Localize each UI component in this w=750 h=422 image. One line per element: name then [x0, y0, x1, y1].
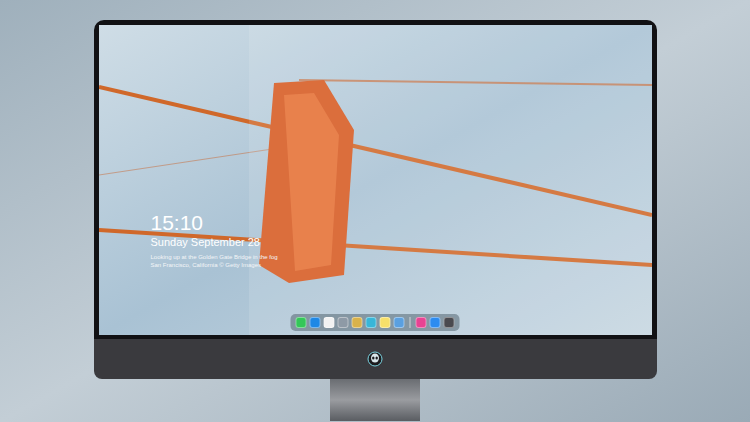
page: 15:10Sunday September 28 Looking up at th… — [0, 0, 750, 422]
lock-screen-info: 15:10Sunday September 28 Looking up at th… — [151, 211, 278, 269]
monitor-chin — [94, 339, 657, 379]
caption-line: Looking up at the Golden Gate Bridge in … — [151, 253, 278, 261]
photo-caption: Looking up at the Golden Gate Bridge in … — [151, 253, 278, 269]
app-icon[interactable] — [324, 317, 335, 328]
app-icon[interactable] — [366, 317, 377, 328]
app-icon[interactable] — [416, 317, 427, 328]
wallpaper-photo — [99, 25, 652, 335]
caption-line: San Francisco, California © Getty Images — [151, 261, 278, 269]
app-icon[interactable] — [338, 317, 349, 328]
monitor-stand — [330, 379, 420, 421]
dock — [291, 314, 460, 331]
app-icon[interactable] — [296, 317, 307, 328]
app-icon[interactable] — [430, 317, 441, 328]
app-icon[interactable] — [394, 317, 405, 328]
date: Sunday September 28 — [151, 235, 278, 249]
monitor-bezel: 15:10Sunday September 28 Looking up at th… — [94, 20, 657, 339]
dock-separator — [410, 317, 411, 328]
app-icon[interactable] — [380, 317, 391, 328]
brand-logo-icon — [367, 351, 383, 367]
screen: 15:10Sunday September 28 Looking up at th… — [99, 25, 652, 335]
clock: 15:10 — [151, 211, 278, 235]
app-icon[interactable] — [310, 317, 321, 328]
monitor: 15:10Sunday September 28 Looking up at th… — [94, 20, 657, 421]
app-icon[interactable] — [444, 317, 455, 328]
app-icon[interactable] — [352, 317, 363, 328]
